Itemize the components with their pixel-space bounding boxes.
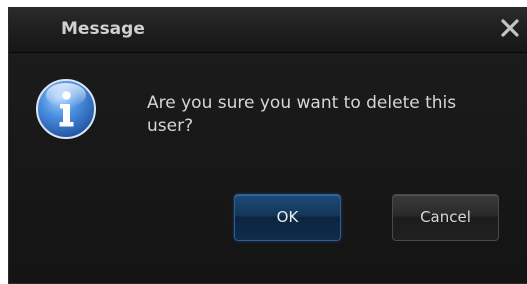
close-icon — [501, 19, 519, 37]
close-button[interactable] — [498, 15, 522, 41]
cancel-button[interactable]: Cancel — [392, 194, 499, 241]
dialog-titlebar[interactable]: Message — [9, 7, 527, 53]
ok-button[interactable]: OK — [234, 194, 341, 241]
message-dialog: Message Are you sure you want to delete … — [8, 7, 527, 284]
info-icon — [35, 78, 97, 140]
dialog-message: Are you sure you want to delete this use… — [147, 93, 457, 136]
dialog-title: Message — [61, 19, 145, 39]
